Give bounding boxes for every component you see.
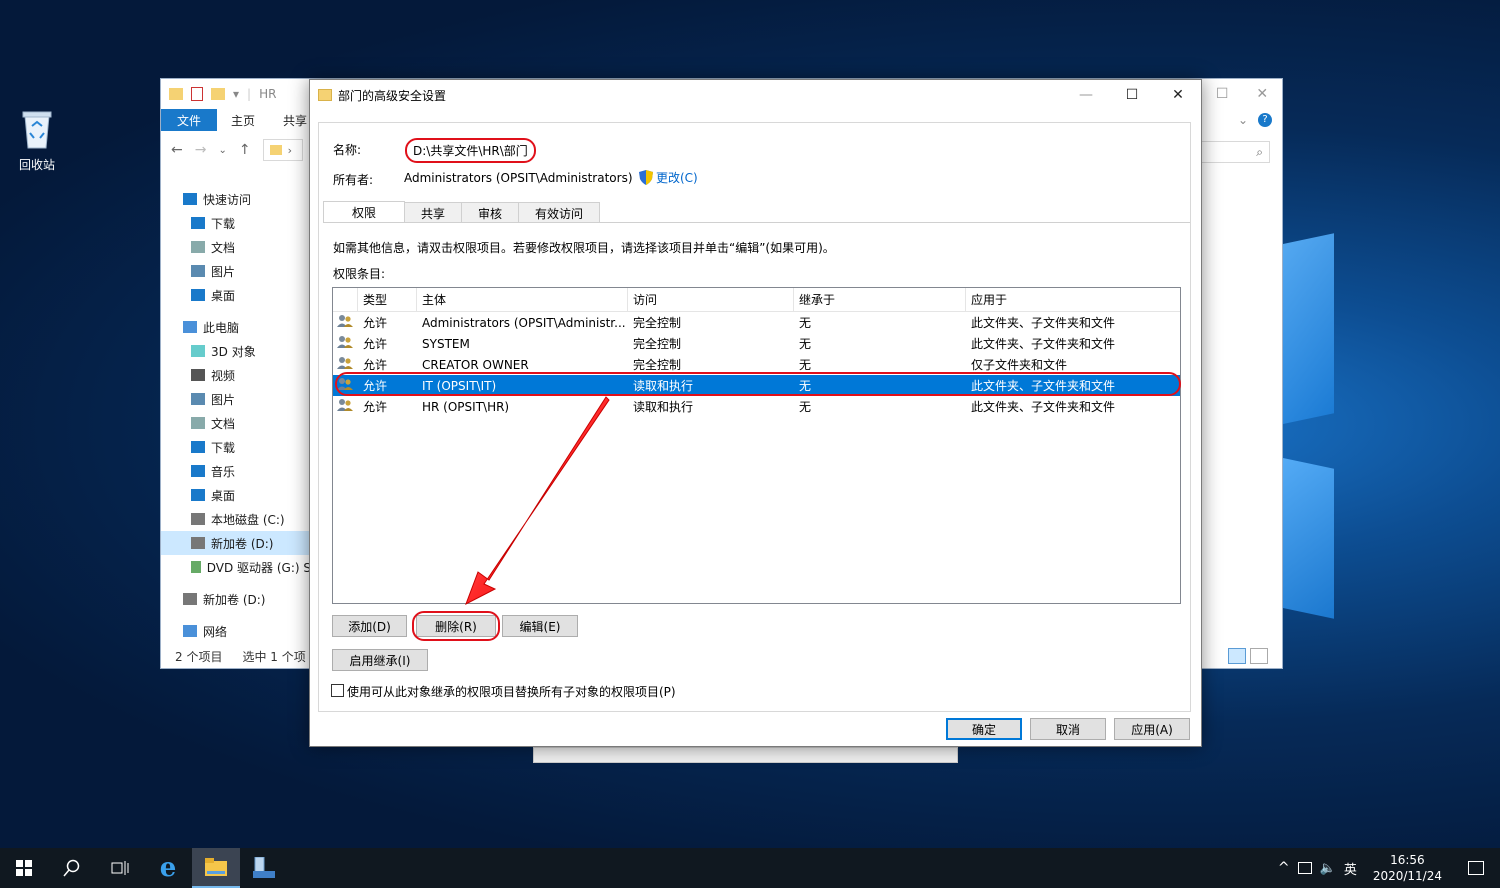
input-method-indicator[interactable]: 英 — [1344, 859, 1357, 878]
internet-explorer-icon: e — [159, 853, 177, 883]
windows-start-icon — [16, 860, 32, 876]
start-button[interactable] — [0, 848, 48, 888]
search-button[interactable] — [48, 848, 96, 888]
task-view-icon — [111, 861, 129, 875]
server-manager-button[interactable] — [240, 848, 288, 888]
clock-time: 16:56 — [1390, 853, 1425, 867]
server-manager-icon — [253, 857, 275, 878]
show-hidden-icons-icon[interactable]: ^ — [1278, 860, 1290, 876]
network-status-icon[interactable] — [1297, 862, 1312, 874]
clock-date: 2020/11/24 — [1372, 869, 1442, 883]
taskbar: e ^ 🔈 英 16:56 2020/11/24 — [0, 848, 1500, 888]
internet-explorer-button[interactable]: e — [144, 848, 192, 888]
system-tray: ^ 🔈 英 16:56 2020/11/24 — [1278, 848, 1500, 888]
file-explorer-button[interactable] — [192, 848, 240, 888]
clock[interactable]: 16:56 2020/11/24 — [1365, 852, 1450, 884]
task-view-button[interactable] — [96, 848, 144, 888]
annotation-arrow — [465, 396, 610, 606]
volume-muted-icon[interactable]: 🔈 — [1320, 861, 1336, 876]
file-explorer-icon — [205, 858, 227, 876]
search-icon — [63, 859, 80, 877]
notification-icon[interactable] — [1468, 861, 1484, 875]
